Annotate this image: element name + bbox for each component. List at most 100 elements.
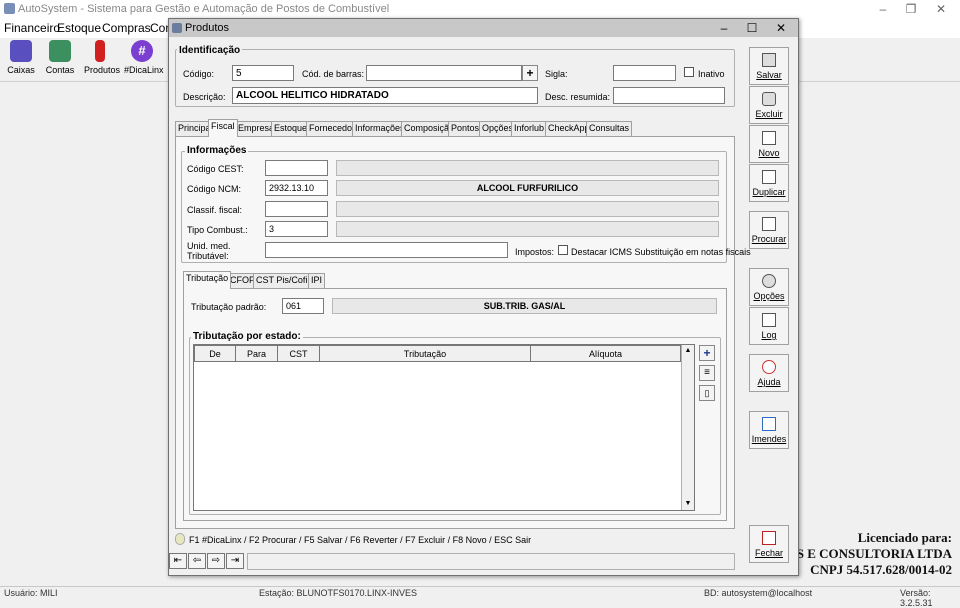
scroll-up-icon[interactable]: ▲ [682, 345, 694, 357]
tab-informacoes[interactable]: Informações [352, 121, 408, 136]
fechar-label: Fechar [754, 548, 783, 558]
ncm-label: Código NCM: [187, 184, 242, 194]
salvar-button[interactable]: Salvar [749, 47, 789, 85]
caixas-button[interactable]: Caixas [6, 40, 36, 75]
classif-input[interactable] [265, 201, 328, 217]
dialog-maximize-button[interactable]: ☐ [738, 19, 766, 37]
imendes-label: Imendes [751, 434, 787, 444]
excluir-button[interactable]: Excluir [749, 86, 789, 124]
dicalinx-button[interactable]: # #DicaLinx [124, 40, 164, 75]
barras-label: Cód. de barras: [302, 69, 365, 79]
fechar-button[interactable]: Fechar [749, 525, 789, 563]
sigla-label: Sigla: [545, 69, 568, 79]
col-de[interactable]: De [194, 345, 236, 362]
tipo-combust-label: Tipo Combust.: [187, 225, 248, 235]
col-para[interactable]: Para [235, 345, 278, 362]
tab-consultas[interactable]: Consultas [586, 121, 633, 136]
dialog-title-bar[interactable]: Produtos [169, 19, 798, 37]
scroll-down-icon[interactable]: ▼ [682, 498, 694, 510]
duplicar-label: Duplicar [752, 187, 786, 197]
dialog-minimize-button[interactable]: – [710, 19, 738, 37]
product-tabs: Principal Fiscal Empresa Estoque Fornece… [175, 119, 735, 137]
inativo-checkbox[interactable] [684, 67, 694, 80]
log-button[interactable]: Log [749, 307, 789, 345]
duplicar-button[interactable]: Duplicar [749, 164, 789, 202]
excluir-label: Excluir [755, 109, 783, 119]
menu-compras[interactable]: Compras [102, 21, 151, 35]
tab-fornecedor[interactable]: Fornecedor [306, 121, 359, 136]
col-aliquota[interactable]: Alíquota [530, 345, 681, 362]
tab-pontos[interactable]: Pontos [448, 121, 483, 136]
subtab-tributacao[interactable]: Tributação [183, 271, 232, 289]
grid-edit-button[interactable]: ≡ [699, 365, 715, 381]
status-bar: Usuário: MILI Estação: BLUNOTFS0170.LINX… [0, 586, 960, 608]
barras-input[interactable] [366, 65, 522, 81]
produtos-button[interactable]: Produtos [84, 40, 120, 75]
cest-input[interactable] [265, 160, 328, 176]
ncm-description: ALCOOL FURFURILICO [336, 180, 719, 196]
nav-prev-button[interactable]: ⇦ [188, 553, 206, 569]
novo-button[interactable]: Novo [749, 125, 789, 163]
tributacao-padrao-input[interactable]: 061 [282, 298, 324, 314]
license-cnpj: CNPJ 54.517.628/0014-02 [810, 562, 952, 577]
app-minimize-button[interactable]: – [868, 0, 898, 18]
descricao-label: Descrição: [183, 92, 226, 102]
inativo-label: Inativo [698, 69, 725, 79]
opcoes-button[interactable]: Opções [749, 268, 789, 306]
destacar-icms-label: Destacar ICMS Substituição em notas fisc… [571, 247, 751, 257]
dialog-close-button[interactable]: ✕ [767, 19, 795, 37]
add-barcode-button[interactable]: + [522, 65, 538, 81]
dialog-title: Produtos [185, 22, 230, 34]
ajuda-button[interactable]: Ajuda [749, 354, 789, 392]
menu-financeiro[interactable]: Financeiro [4, 21, 60, 35]
nav-next-button[interactable]: ⇨ [207, 553, 225, 569]
trash-icon [762, 92, 776, 106]
tab-inforlub[interactable]: Inforlub [511, 121, 548, 136]
tipo-combust-input[interactable]: 3 [265, 221, 328, 237]
identificacao-title: Identificação [177, 45, 243, 56]
unid-med-input[interactable] [265, 242, 508, 258]
status-db: BD: autosystem@localhost [704, 588, 813, 598]
app-close-button[interactable]: ✕ [926, 0, 956, 18]
dialog-icon [172, 23, 182, 33]
menu-estoque[interactable]: Estoque [57, 21, 101, 35]
imendes-button[interactable]: Imendes [749, 411, 789, 449]
tributacao-estado-title: Tributação por estado: [191, 331, 303, 342]
log-icon [762, 313, 776, 327]
col-tributacao[interactable]: Tributação [319, 345, 531, 362]
app-title: AutoSystem - Sistema para Gestão e Autom… [18, 3, 390, 15]
procurar-button[interactable]: Procurar [749, 211, 789, 249]
license-title: Licenciado para: [857, 530, 952, 545]
tributacao-estado-grid[interactable]: De Para CST Tributação Alíquota ▲ ▼ [193, 344, 695, 511]
destacar-icms-checkbox[interactable] [558, 245, 568, 258]
novo-label: Novo [758, 148, 780, 158]
grid-add-button[interactable]: + [699, 345, 715, 361]
floppy-icon [762, 53, 776, 67]
contas-button[interactable]: Contas [45, 40, 75, 75]
tab-fiscal[interactable]: Fiscal [208, 119, 238, 137]
informacoes-title: Informações [185, 145, 249, 156]
nav-first-button[interactable]: ⇤ [169, 553, 187, 569]
subtab-ipi[interactable]: IPI [308, 273, 326, 288]
codigo-input[interactable]: 5 [232, 65, 294, 81]
hashtag-icon: # [131, 40, 153, 62]
descricao-input[interactable]: ALCOOL HELITICO HIDRATADO [232, 87, 538, 104]
col-cst[interactable]: CST [277, 345, 320, 362]
classif-label: Classif. fiscal: [187, 205, 243, 215]
dicalinx-label: #DicaLinx [124, 65, 164, 75]
status-version: Versão: 3.2.5.31 [900, 588, 933, 608]
nav-last-button[interactable]: ⇥ [226, 553, 244, 569]
grid-scrollbar[interactable]: ▲ ▼ [681, 345, 694, 510]
tab-estoque[interactable]: Estoque [271, 121, 311, 136]
app-restore-button[interactable]: ❐ [896, 0, 926, 18]
plus-icon: + [526, 66, 534, 80]
list-icon: ≡ [704, 367, 710, 378]
license-company: MAS E CONSULTORIA LTDA [775, 546, 952, 561]
grid-delete-button[interactable]: ▯ [699, 385, 715, 401]
search-icon [762, 217, 776, 231]
sigla-input[interactable] [613, 65, 676, 81]
lifebuoy-icon [762, 360, 776, 374]
ncm-input[interactable]: 2932.13.10 [265, 180, 328, 196]
cest-label: Código CEST: [187, 164, 244, 174]
desc-resumida-input[interactable] [613, 87, 725, 104]
